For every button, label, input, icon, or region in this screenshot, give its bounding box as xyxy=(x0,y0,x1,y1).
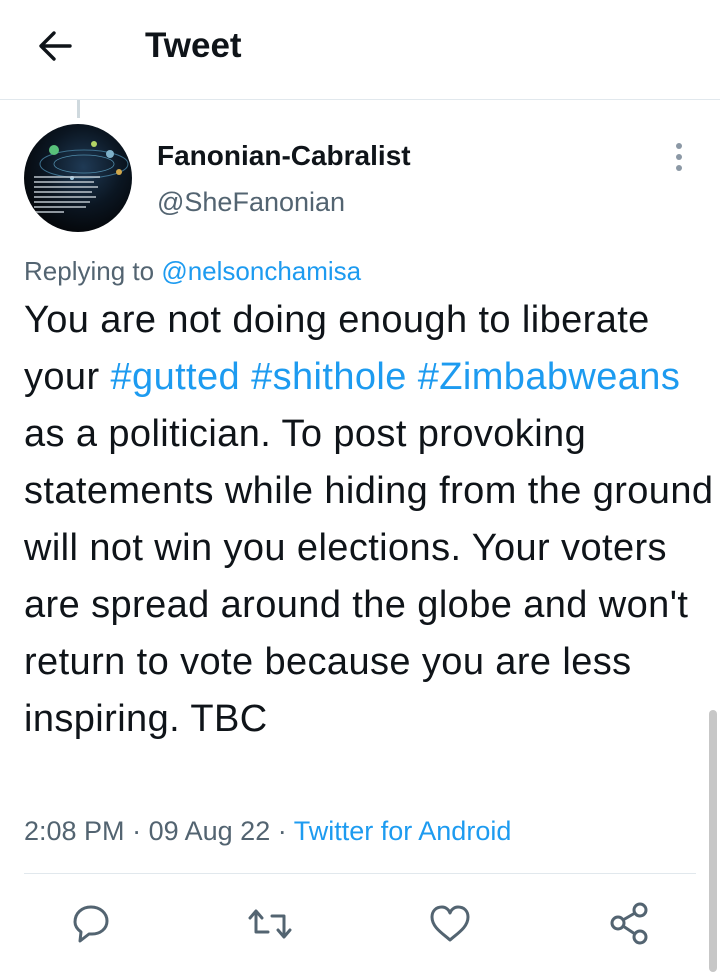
arrow-left-icon xyxy=(39,31,72,61)
reply-icon xyxy=(73,905,109,943)
scrollbar-thumb[interactable] xyxy=(709,710,717,972)
avatar[interactable] xyxy=(24,124,132,232)
replying-to-link[interactable]: @nelsonchamisa xyxy=(161,256,361,286)
heart-icon xyxy=(430,905,470,942)
meta-separator: · xyxy=(132,816,142,846)
share-icon xyxy=(610,902,648,945)
meta-separator: · xyxy=(277,816,287,846)
author-name[interactable]: Fanonian-Cabralist xyxy=(157,140,411,172)
tweet-text: You are not doing enough to liberate you… xyxy=(24,292,714,748)
thread-connector-line xyxy=(77,100,80,118)
tweet-text-part-2: as a politician. To post provoking state… xyxy=(24,413,714,740)
avatar-image xyxy=(24,124,132,232)
tweet-date[interactable]: 09 Aug 22 xyxy=(149,816,271,846)
replying-to-line: Replying to @nelsonchamisa xyxy=(24,255,361,287)
retweet-button[interactable] xyxy=(242,896,298,952)
hashtag-zimbabweans[interactable]: #Zimbabweans xyxy=(418,356,681,398)
more-options-button[interactable] xyxy=(664,140,694,174)
actions-divider xyxy=(24,873,696,874)
tweet-metadata: 2:08 PM · 09 Aug 22 · Twitter for Androi… xyxy=(24,814,511,848)
tweet-source[interactable]: Twitter for Android xyxy=(294,816,512,846)
like-button[interactable] xyxy=(422,896,478,952)
reply-button[interactable] xyxy=(63,896,119,952)
more-vertical-icon xyxy=(676,143,682,171)
retweet-icon xyxy=(248,909,292,939)
author-handle[interactable]: @SheFanonian xyxy=(157,186,345,218)
replying-to-label: Replying to xyxy=(24,256,155,286)
hashtag-shithole[interactable]: #shithole xyxy=(251,356,407,398)
tweet-actions-bar xyxy=(0,896,720,952)
back-button[interactable] xyxy=(36,26,76,66)
share-button[interactable] xyxy=(602,896,658,952)
page-title: Tweet xyxy=(145,26,242,65)
hashtag-gutted[interactable]: #gutted xyxy=(111,356,241,398)
top-bar: Tweet xyxy=(0,0,720,100)
tweet-time[interactable]: 2:08 PM xyxy=(24,816,125,846)
